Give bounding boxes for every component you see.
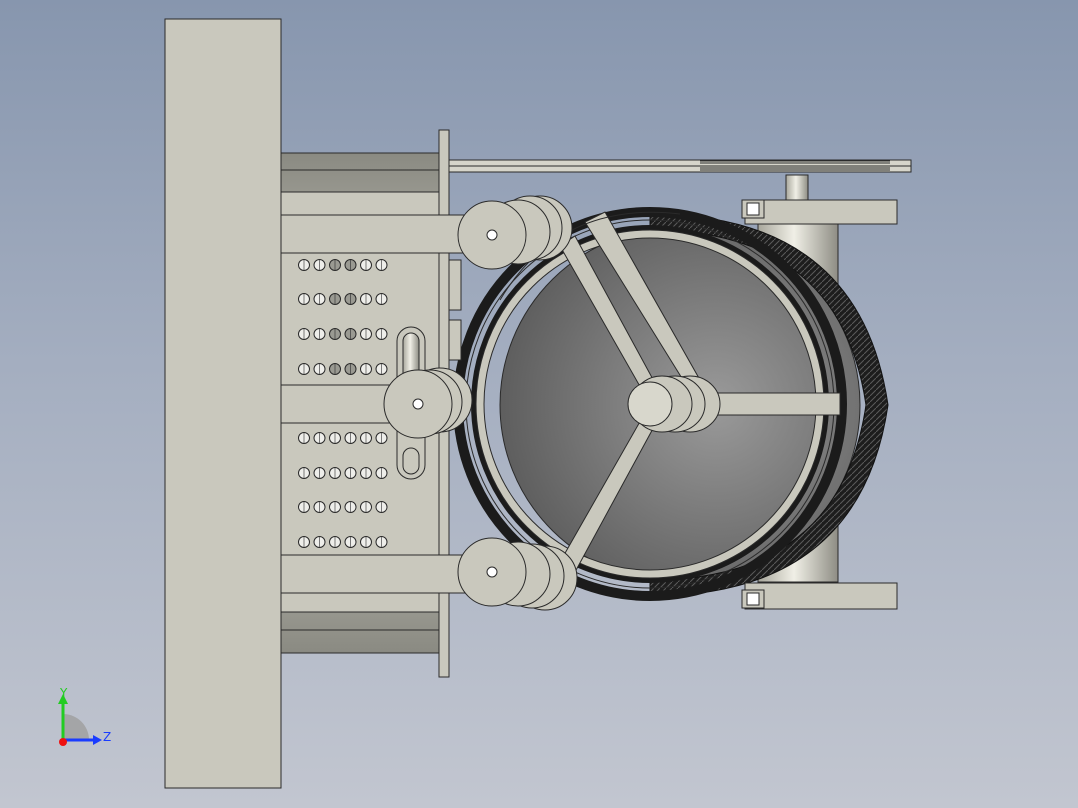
wheel-hub <box>627 375 721 433</box>
upper-bracket-arm <box>744 199 898 225</box>
y-axis-label: Y <box>60 686 68 700</box>
mounting-plate <box>164 18 282 789</box>
axis-triad: Y Z <box>48 684 128 754</box>
triad-quarter-disc <box>63 714 89 740</box>
lower-bracket-arm <box>744 582 898 610</box>
cad-viewport[interactable]: Y Z <box>0 0 1078 808</box>
x-axis-dot <box>59 738 67 746</box>
z-axis-label: Z <box>103 730 112 744</box>
assembly-model[interactable] <box>0 0 1078 808</box>
